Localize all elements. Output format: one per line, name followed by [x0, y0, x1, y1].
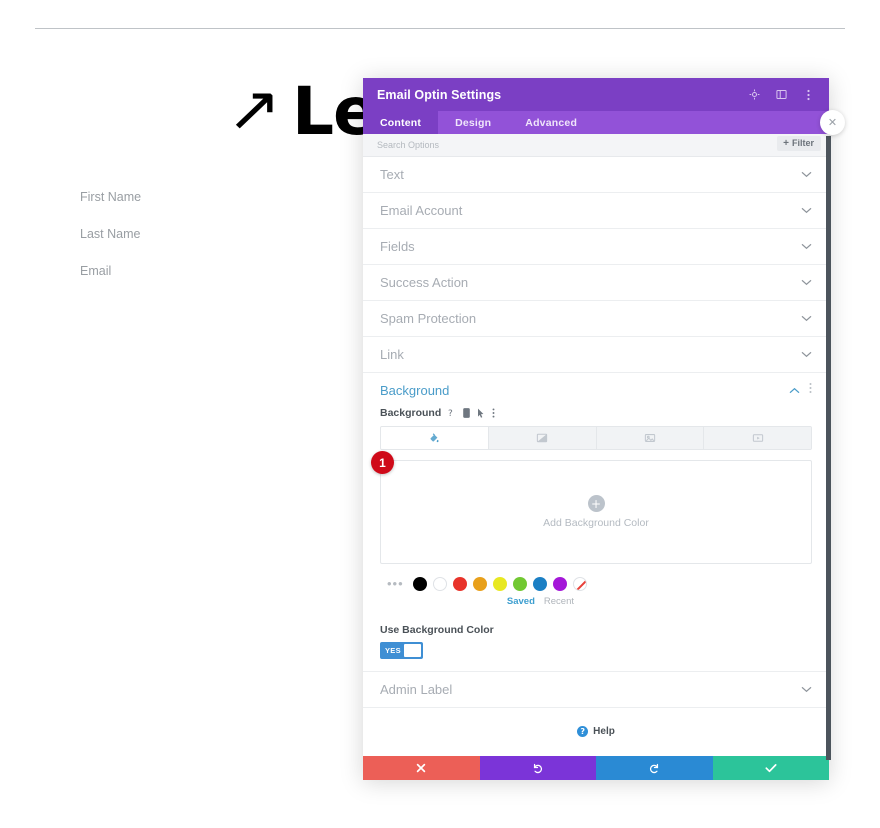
swatch-more-icon[interactable]: •••	[387, 576, 404, 591]
modal-body: Text Email Account Fields Success Action	[363, 157, 829, 756]
section-success-action[interactable]: Success Action	[363, 265, 829, 301]
tab-advanced[interactable]: Advanced	[508, 111, 594, 134]
toggle-knob	[403, 644, 421, 657]
swatch-orange[interactable]	[472, 576, 487, 591]
modal-scrollbar[interactable]	[826, 136, 831, 760]
section-spam-protection-label: Spam Protection	[380, 311, 477, 326]
swatch-red[interactable]	[452, 576, 467, 591]
swatch-white[interactable]	[432, 576, 447, 591]
swatch-green[interactable]	[512, 576, 527, 591]
section-spam-protection[interactable]: Spam Protection	[363, 301, 829, 337]
swatch-yellow[interactable]	[492, 576, 507, 591]
section-email-account[interactable]: Email Account	[363, 193, 829, 229]
section-text[interactable]: Text	[363, 157, 829, 193]
swatch-purple[interactable]	[552, 576, 567, 591]
palette-tabs: Saved Recent	[380, 596, 812, 607]
search-input[interactable]: Search Options	[377, 140, 439, 150]
layout-icon[interactable]	[775, 88, 788, 101]
use-background-color-toggle[interactable]: YES	[380, 642, 423, 659]
help-link-label: Help	[593, 725, 615, 737]
form-label-email: Email	[80, 264, 112, 278]
swatch-blue[interactable]	[532, 576, 547, 591]
add-background-color-label: Add Background Color	[543, 517, 649, 529]
section-link[interactable]: Link	[363, 337, 829, 373]
section-background: Background Background ? + Add Background…	[363, 373, 829, 672]
background-field-label: Background	[380, 407, 442, 419]
mobile-icon[interactable]	[463, 408, 471, 418]
chevron-down-icon	[801, 243, 812, 250]
swatch-custom-color[interactable]	[572, 576, 587, 591]
optin-form-preview: First Name Last Name Email	[80, 190, 340, 301]
section-email-account-label: Email Account	[380, 203, 463, 218]
use-background-color-label: Use Background Color	[380, 624, 494, 636]
cursor-icon[interactable]	[477, 408, 485, 418]
palette-tab-saved[interactable]: Saved	[507, 596, 535, 607]
section-admin-label-label: Admin Label	[380, 682, 453, 697]
tab-design[interactable]: Design	[438, 111, 508, 134]
background-controls: Background ? + Add Background Color ••• …	[363, 407, 829, 671]
svg-text:?: ?	[448, 409, 453, 418]
undo-button[interactable]	[479, 756, 596, 780]
background-image-tab[interactable]	[596, 427, 705, 449]
background-field-label-row: Background ?	[380, 407, 812, 419]
palette-tab-recent[interactable]: Recent	[544, 596, 574, 607]
section-success-action-label: Success Action	[380, 275, 469, 290]
section-background-label: Background	[380, 382, 450, 398]
background-video-tab[interactable]	[704, 427, 811, 449]
chevron-down-icon	[801, 315, 812, 322]
search-options-bar: Search Options + Filter	[363, 134, 829, 157]
background-color-tab[interactable]	[381, 427, 489, 449]
background-type-tabs	[380, 426, 812, 450]
section-background-header[interactable]: Background	[363, 373, 829, 407]
background-gradient-tab[interactable]	[488, 427, 597, 449]
modal-tab-bar: Content Design Advanced	[363, 111, 829, 134]
tab-content[interactable]: Content	[363, 111, 439, 134]
vertical-dots-icon[interactable]	[492, 408, 495, 418]
help-row[interactable]: ? Help	[363, 708, 829, 754]
color-swatch-row: •••	[380, 576, 812, 591]
section-fields[interactable]: Fields	[363, 229, 829, 265]
plus-icon: +	[587, 495, 605, 512]
toggle-state-label: YES	[385, 646, 401, 655]
arrow-up-right-icon: ↗	[226, 72, 282, 145]
section-link-label: Link	[380, 347, 404, 362]
filter-button[interactable]: + Filter	[777, 136, 821, 151]
chevron-down-icon	[801, 351, 812, 358]
vertical-dots-icon[interactable]	[802, 88, 815, 101]
step-badge-1: 1	[371, 451, 394, 474]
vertical-dots-icon[interactable]	[809, 381, 812, 399]
filter-button-label: Filter	[791, 138, 814, 148]
plus-icon: +	[783, 137, 789, 149]
redo-button[interactable]	[596, 756, 713, 780]
modal-header: Email Optin Settings	[363, 78, 829, 111]
modal-footer	[363, 756, 829, 780]
chevron-up-icon[interactable]	[789, 387, 800, 394]
save-button[interactable]	[712, 756, 829, 780]
chevron-down-icon	[801, 207, 812, 214]
chevron-down-icon	[801, 686, 812, 693]
add-background-color-area[interactable]: + Add Background Color	[380, 460, 812, 564]
modal-header-actions	[748, 88, 815, 101]
chevron-down-icon	[801, 279, 812, 286]
section-text-label: Text	[380, 167, 404, 182]
close-icon[interactable]: ✕	[820, 110, 845, 135]
form-label-last-name: Last Name	[80, 227, 141, 241]
target-icon[interactable]	[748, 88, 761, 101]
help-question-icon[interactable]: ?	[448, 408, 456, 418]
section-fields-label: Fields	[380, 239, 415, 254]
chevron-down-icon	[801, 171, 812, 178]
email-optin-settings-modal: Email Optin Settings Content Design Adva…	[363, 78, 829, 780]
modal-title: Email Optin Settings	[377, 87, 502, 102]
cancel-button[interactable]	[363, 756, 480, 780]
page-divider	[35, 28, 845, 29]
form-label-first-name: First Name	[80, 190, 142, 204]
help-question-icon: ?	[577, 725, 589, 737]
section-admin-label[interactable]: Admin Label	[363, 672, 829, 708]
swatch-black[interactable]	[412, 576, 427, 591]
